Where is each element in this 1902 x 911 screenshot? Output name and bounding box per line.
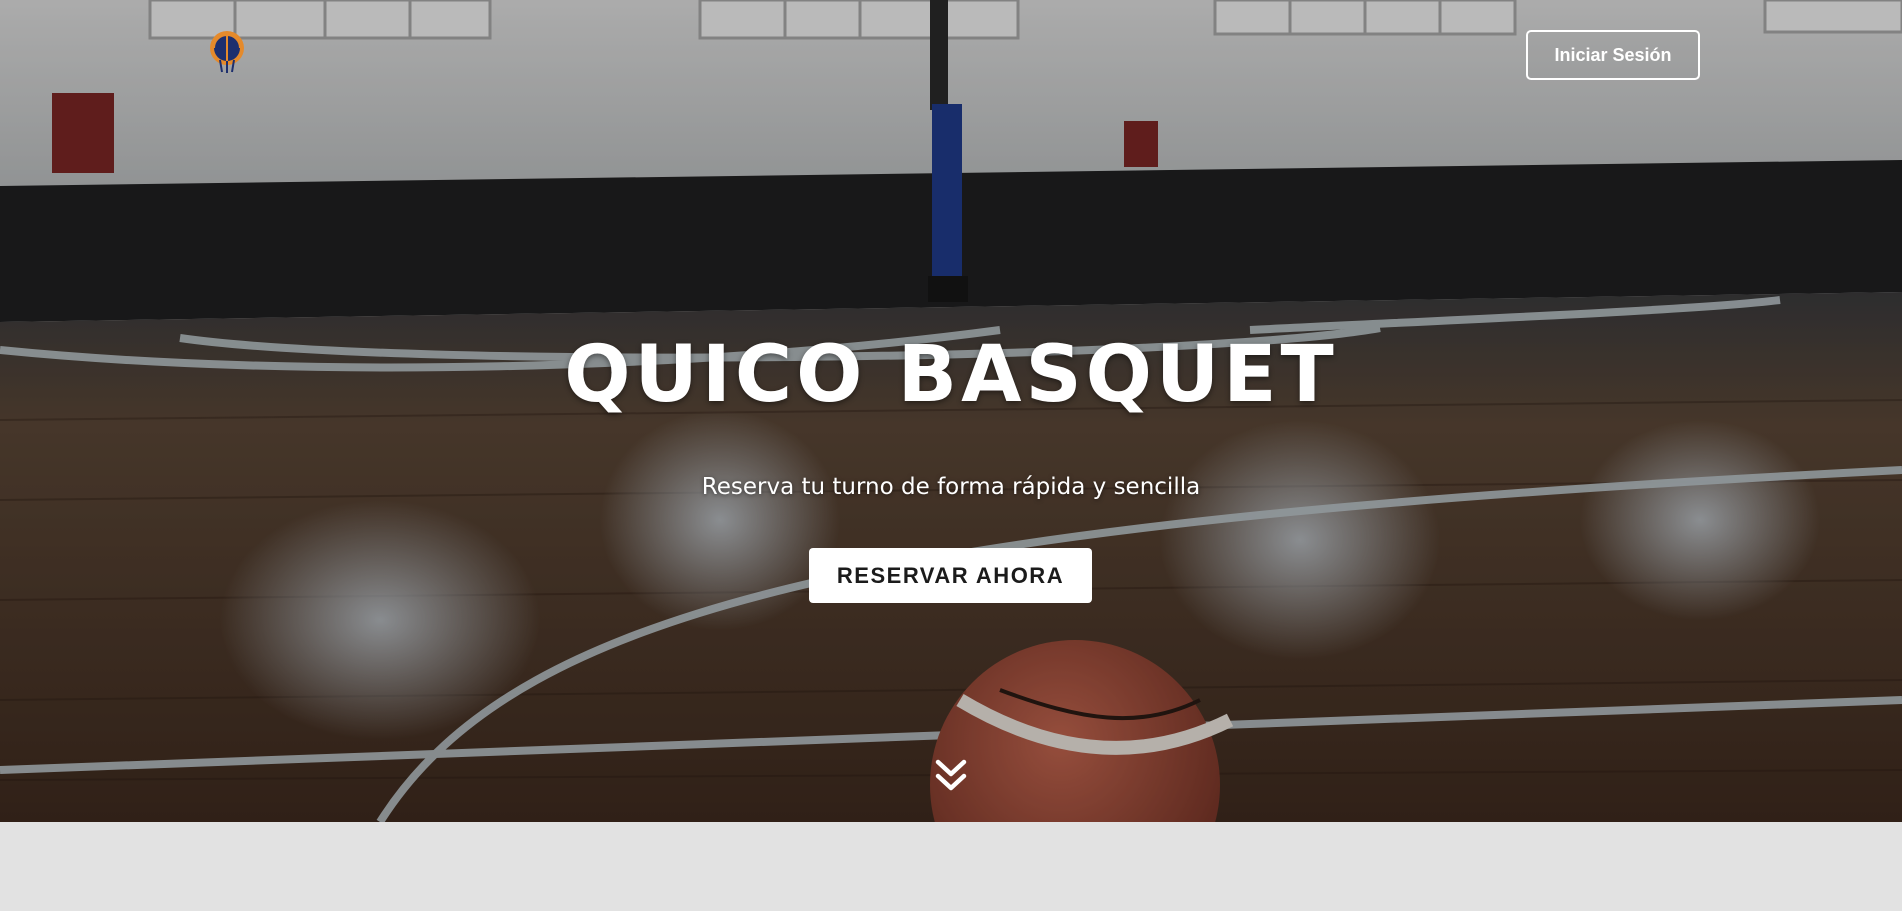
reserve-now-button[interactable]: RESERVAR AHORA: [809, 548, 1092, 603]
basketball-logo-icon: [210, 31, 244, 73]
hero-section: Iniciar Sesión QUICO BASQUET Reserva tu …: [0, 0, 1902, 822]
scroll-down-button[interactable]: [934, 758, 968, 794]
page-title: QUICO BASQUET: [564, 330, 1338, 420]
quico-basquet-logo[interactable]: [206, 26, 248, 74]
next-section: [0, 822, 1902, 911]
double-chevron-down-icon: [935, 759, 967, 791]
hero-subtitle: Reserva tu turno de forma rápida y senci…: [701, 474, 1201, 500]
login-button[interactable]: Iniciar Sesión: [1526, 30, 1700, 80]
